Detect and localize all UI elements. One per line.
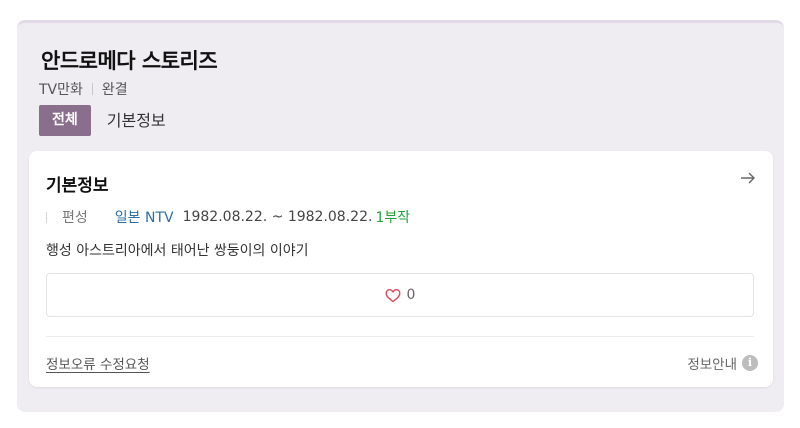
meta-line: TV만화 완결: [39, 79, 128, 99]
row-divider: [46, 211, 47, 223]
like-button[interactable]: 0: [46, 273, 754, 317]
tab-bar: 전체 기본정보: [39, 105, 166, 136]
status-label: 완결: [101, 82, 128, 98]
network-link[interactable]: 일본 NTV: [115, 207, 174, 227]
info-guide[interactable]: 정보안내 i: [687, 353, 758, 373]
meta-divider: [91, 83, 93, 95]
info-guide-label: 정보안내: [687, 357, 737, 373]
arrow-right-icon[interactable]: [739, 169, 757, 187]
card-divider: [46, 336, 754, 337]
page-title: 안드로메다 스토리즈: [41, 49, 218, 73]
tab-basic-info[interactable]: 기본정보: [107, 105, 166, 136]
heart-icon: [385, 288, 401, 302]
broadcast-row: 편성 일본 NTV 1982.08.22. ~ 1982.08.22. 1부작: [46, 207, 410, 227]
broadcast-label: 편성: [62, 210, 88, 226]
broadcast-date: 1982.08.22. ~ 1982.08.22.: [182, 209, 373, 225]
report-error-link[interactable]: 정보오류 수정요청: [46, 353, 150, 373]
info-icon: i: [742, 355, 758, 371]
like-count: 0: [406, 287, 416, 303]
tab-all[interactable]: 전체: [39, 105, 91, 136]
category-label: TV만화: [39, 82, 83, 98]
card-title: 기본정보: [46, 176, 109, 196]
basic-info-card: 기본정보 편성 일본 NTV 1982.08.22. ~ 1982.08.22.…: [29, 151, 773, 387]
episode-count: 1부작: [375, 210, 411, 226]
info-panel: 안드로메다 스토리즈 TV만화 완결 전체 기본정보 기본정보 편성 일본 NT…: [17, 20, 784, 412]
description: 행성 아스트리아에서 태어난 쌍둥이의 이야기: [46, 243, 309, 259]
